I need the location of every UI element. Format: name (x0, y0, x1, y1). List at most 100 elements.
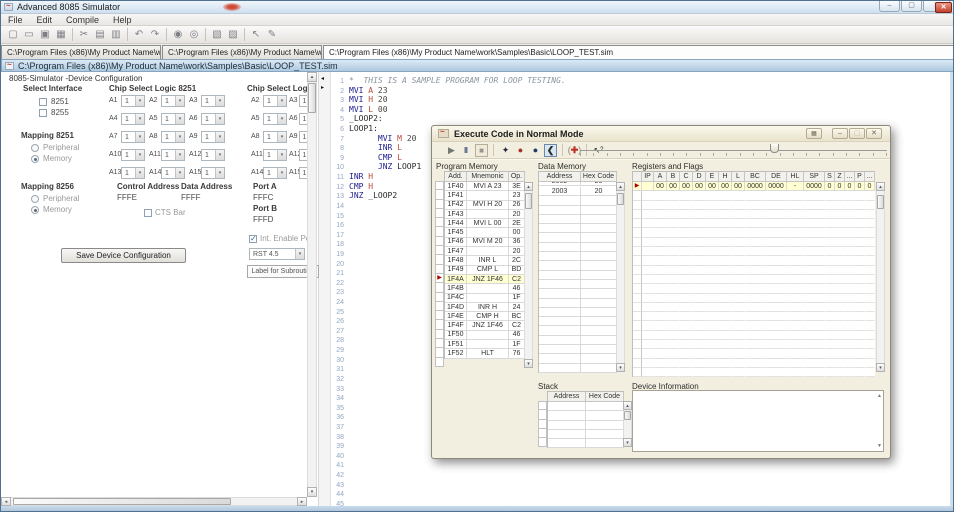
find-icon[interactable]: ◉ (171, 28, 185, 42)
vertical-scrollbar[interactable] (616, 182, 625, 372)
scroll-up-icon[interactable]: ▴ (876, 182, 885, 191)
pause-icon[interactable]: ‖ (460, 144, 473, 157)
scroll-up-icon[interactable]: ▴ (307, 72, 317, 82)
window-layout-icon[interactable]: ▨ (226, 28, 240, 42)
redo-icon[interactable]: ↷ (148, 28, 162, 42)
dialog-close-button[interactable] (866, 128, 882, 139)
scroll-down-icon[interactable]: ▾ (307, 487, 317, 497)
scrollbar-thumb[interactable] (525, 193, 532, 209)
speed-slider-track[interactable] (580, 150, 887, 151)
radio-8256-memory[interactable] (31, 206, 39, 214)
code-line[interactable]: 2MVI A 23 (331, 86, 950, 96)
config-hscroll-thumb[interactable] (13, 498, 231, 505)
find-replace-icon[interactable]: ◎ (187, 28, 201, 42)
save-all-icon[interactable]: ▦ (54, 28, 68, 42)
vertical-scrollbar[interactable] (876, 182, 885, 372)
code-line[interactable]: 3MVI H 20 (331, 95, 950, 105)
document-close-button[interactable] (935, 2, 952, 13)
stop-icon[interactable]: ■ (475, 144, 488, 157)
chip-select-dropdown[interactable]: 1 (263, 95, 287, 107)
scroll-down-icon[interactable]: ▾ (623, 438, 632, 447)
registers-table[interactable]: IPABCDEHLBCDEHLSPSZ...P...▶0000000000000… (632, 171, 875, 377)
chip-select-dropdown[interactable]: 1 (263, 113, 287, 125)
scrollbar-thumb[interactable] (624, 411, 631, 420)
dialog-pin-button[interactable] (806, 128, 822, 139)
scroll-down-icon[interactable]: ▼ (877, 443, 882, 449)
config-vertical-scrollbar[interactable] (307, 72, 317, 497)
maximize-button[interactable] (901, 1, 922, 12)
scroll-down-icon[interactable]: ▾ (524, 359, 533, 368)
run-icon[interactable]: ▶ (445, 144, 458, 157)
chip-select-dropdown[interactable]: 1 (161, 113, 185, 125)
code-line[interactable]: 41 (331, 460, 950, 470)
code-line[interactable]: 4MVI L 00 (331, 105, 950, 115)
chip-select-dropdown[interactable]: 1 (263, 149, 287, 161)
program-memory-table[interactable]: Add.MnemonicOp.1F40MVI A 233E1F41231F42M… (444, 171, 525, 359)
save-icon[interactable]: ▣ (38, 28, 52, 42)
chip-select-dropdown[interactable]: 1 (161, 167, 185, 179)
chip-select-dropdown[interactable]: 1 (121, 113, 145, 125)
chip-select-dropdown[interactable]: 1 (121, 95, 145, 107)
feedback-icon[interactable]: ✎ (265, 28, 279, 42)
menu-item-file[interactable]: File (1, 14, 30, 26)
code-line[interactable]: 45 (331, 499, 950, 506)
code-line[interactable]: 44 (331, 489, 950, 499)
chip-select-dropdown[interactable]: 1 (161, 131, 185, 143)
chip-select-dropdown[interactable]: 1 (201, 95, 225, 107)
scroll-up-icon[interactable]: ▲ (877, 393, 882, 399)
scroll-down-icon[interactable]: ▾ (876, 363, 885, 372)
code-line[interactable]: 5_LOOP2: (331, 114, 950, 124)
cts-bar-checkbox[interactable] (144, 209, 152, 217)
radio-8251-memory[interactable] (31, 155, 39, 163)
scroll-up-icon[interactable]: ▴ (623, 401, 632, 410)
cut-icon[interactable]: ✂ (77, 28, 91, 42)
scroll-left-icon[interactable]: ◂ (1, 497, 11, 506)
vertical-scrollbar[interactable] (524, 182, 533, 368)
expand-right-icon[interactable]: ▸ (321, 85, 324, 91)
code-line[interactable]: 42 (331, 470, 950, 480)
step-into-icon[interactable]: ✦ (499, 144, 512, 157)
stack-table[interactable]: AddressHex Code (547, 391, 624, 448)
dialog-maximize-button[interactable] (849, 128, 865, 139)
chip-select-dropdown[interactable]: 1 (121, 149, 145, 161)
speed-slider-thumb[interactable] (770, 144, 779, 153)
scrollbar-thumb[interactable] (877, 195, 884, 209)
menu-item-help[interactable]: Help (106, 14, 139, 26)
file-tab-1[interactable]: C:\Program Files (x86)\My Product Name\w… (1, 45, 161, 59)
copy-icon[interactable]: ▤ (93, 28, 107, 42)
radio-8251-peripheral[interactable] (31, 144, 39, 152)
breakpoint-icon[interactable]: ● (514, 144, 527, 157)
config-vscroll-thumb[interactable] (308, 83, 316, 113)
chip-select-dropdown[interactable]: 1 (263, 131, 287, 143)
paste-icon[interactable]: ▥ (109, 28, 123, 42)
chip-select-dropdown[interactable]: 1 (121, 167, 145, 179)
undo-icon[interactable]: ↶ (132, 28, 146, 42)
minimize-button[interactable] (879, 1, 900, 12)
collapse-left-icon[interactable]: ◂ (321, 76, 324, 82)
file-tab-2[interactable]: C:\Program Files (x86)\My Product Name\w… (162, 45, 322, 59)
scrollbar-thumb[interactable] (617, 193, 624, 205)
window-split-icon[interactable]: ▧ (210, 28, 224, 42)
menu-item-compile[interactable]: Compile (59, 14, 106, 26)
scroll-up-icon[interactable]: ▴ (616, 182, 625, 191)
open-file-icon[interactable]: ▭ (22, 28, 36, 42)
dialog-minimize-button[interactable] (832, 128, 848, 139)
code-line[interactable]: 1* THIS IS A SAMPLE PROGRAM FOR LOOP TES… (331, 76, 950, 86)
step-back-icon[interactable]: ❮ (544, 144, 557, 157)
chip-select-dropdown[interactable]: 1 (121, 131, 145, 143)
new-file-icon[interactable]: ▢ (6, 28, 20, 42)
chip-select-dropdown[interactable]: 1 (161, 95, 185, 107)
scroll-up-icon[interactable]: ▴ (524, 182, 533, 191)
radio-8256-peripheral[interactable] (31, 195, 39, 203)
chip-select-dropdown[interactable]: 1 (201, 167, 225, 179)
save-device-configuration-button[interactable]: Save Device Configuration (61, 248, 186, 263)
chip-select-dropdown[interactable]: 1 (161, 149, 185, 161)
chip-select-dropdown[interactable]: 1 (201, 131, 225, 143)
checkbox-8251[interactable] (39, 98, 47, 106)
chip-select-dropdown[interactable]: 1 (201, 113, 225, 125)
device-information-box[interactable]: ▲ ▼ (632, 390, 884, 452)
chip-select-dropdown[interactable]: 1 (201, 149, 225, 161)
scroll-right-icon[interactable]: ▸ (297, 497, 307, 506)
scroll-down-icon[interactable]: ▾ (616, 363, 625, 372)
int-enable-checkbox[interactable] (249, 235, 257, 243)
